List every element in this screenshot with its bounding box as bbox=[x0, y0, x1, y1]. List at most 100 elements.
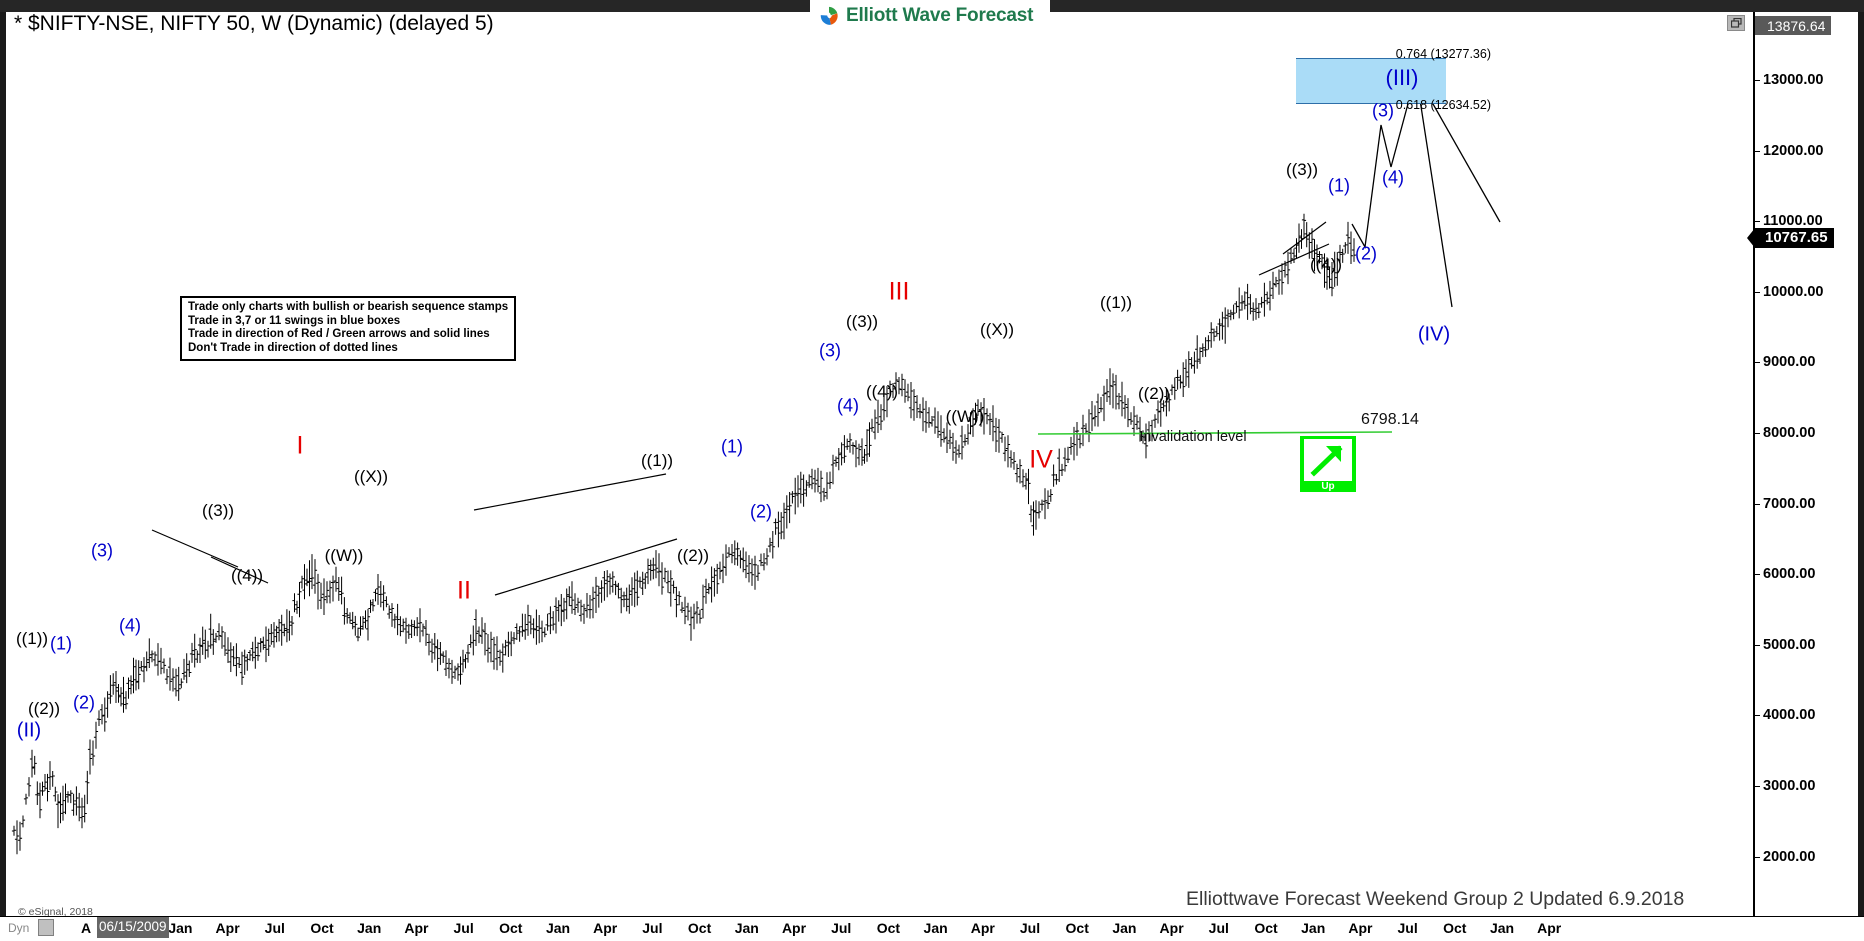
wave-label-4-32: (4) bbox=[1382, 167, 1404, 188]
bullish-up-stamp[interactable]: Up bbox=[1300, 436, 1356, 492]
date-tick-label: Jul bbox=[1208, 920, 1229, 936]
chart-canvas[interactable]: 0.764 (13277.36) 0.618 (12634.52) ((1))(… bbox=[6, 12, 1858, 916]
wave-label-IV-34: (IV) bbox=[1417, 323, 1451, 346]
brand-logo-text: Elliott Wave Forecast bbox=[846, 5, 1034, 26]
dynamic-feed-icon[interactable] bbox=[38, 919, 54, 936]
wave-label-4-28: ((4)) bbox=[1309, 255, 1343, 274]
restore-window-icon[interactable] bbox=[1727, 15, 1745, 31]
date-tick-label: Apr bbox=[404, 920, 429, 936]
date-tick-label: Jan bbox=[357, 920, 382, 936]
wave-label-X-23: ((X)) bbox=[980, 320, 1014, 339]
esignal-credit: © eSignal, 2018 bbox=[18, 906, 93, 916]
wave-label-3-7: ((3)) bbox=[201, 501, 235, 520]
price-high-value: 13876.64 bbox=[1767, 18, 1826, 34]
price-tick: 13000.00 bbox=[1755, 71, 1824, 88]
price-tick: 7000.00 bbox=[1755, 495, 1816, 512]
wave-label-IV-24: IV bbox=[1029, 445, 1053, 474]
date-tick-label: Jan bbox=[1489, 920, 1515, 936]
wave-label-III-33: (III) bbox=[1385, 65, 1419, 90]
forecast-watermark: Elliottwave Forecast Weekend Group 2 Upd… bbox=[1186, 888, 1685, 910]
price-tick-label: 5000.00 bbox=[1763, 636, 1816, 653]
date-tick-label: Jan bbox=[923, 920, 948, 936]
wave-label-4-8: ((4)) bbox=[230, 566, 264, 585]
brand-logo-banner: Elliott Wave Forecast bbox=[810, 0, 1050, 32]
date-tick-label: A bbox=[80, 920, 92, 936]
rule-line-4: Don't Trade in direction of dotted lines bbox=[188, 341, 398, 354]
price-series-plot bbox=[11, 73, 1501, 855]
price-tick-label: 13000.00 bbox=[1763, 71, 1824, 88]
wave-label-I-9: I bbox=[296, 431, 304, 460]
wave-label-1-25: ((1)) bbox=[1099, 293, 1133, 312]
price-tick: 2000.00 bbox=[1755, 848, 1816, 865]
price-tick-dash bbox=[1755, 786, 1760, 788]
invalidation-level-label: Invalidation level bbox=[1139, 429, 1247, 445]
wave-label-X-10: ((X)) bbox=[354, 467, 388, 486]
price-tick-dash bbox=[1755, 715, 1760, 717]
date-tick-label: Apr bbox=[1537, 920, 1562, 936]
date-tick-label: Oct bbox=[1254, 920, 1278, 936]
wave-label-1-1: (1) bbox=[50, 633, 72, 654]
date-tick-label: Jan bbox=[168, 920, 193, 936]
price-tick-dash bbox=[1755, 856, 1760, 858]
wave-label-W-22: ((W)) bbox=[945, 407, 985, 426]
date-tick-label: Oct bbox=[876, 920, 901, 936]
wave-label-4-20: ((4)) bbox=[865, 382, 899, 401]
wave-label-4-18: (4) bbox=[837, 395, 859, 416]
price-tick-label: 8000.00 bbox=[1763, 424, 1816, 441]
wave-label-2-2: ((2)) bbox=[27, 699, 61, 718]
date-tick-label: Jul bbox=[453, 920, 474, 936]
date-tick-label: Apr bbox=[593, 920, 618, 936]
price-tick-dash bbox=[1755, 362, 1760, 364]
last-price-badge: 10767.65 bbox=[1747, 227, 1834, 248]
price-tick: 12000.00 bbox=[1755, 142, 1824, 159]
price-tick: 10000.00 bbox=[1755, 283, 1824, 300]
date-tick-label: Apr bbox=[1159, 920, 1184, 936]
wave-label-1-29: (1) bbox=[1328, 175, 1350, 196]
dynamic-label: Dyn bbox=[8, 921, 30, 935]
up-arrow-box bbox=[1304, 439, 1352, 481]
rule-line-3: Trade in direction of Red / Green arrows… bbox=[188, 328, 490, 340]
price-tick-label: 2000.00 bbox=[1763, 848, 1816, 865]
date-tick-label: Apr bbox=[215, 920, 240, 936]
date-tick-label: Jan bbox=[1112, 920, 1137, 936]
date-tick-label: Jan bbox=[1301, 920, 1326, 936]
wave-label-W-11: ((W)) bbox=[324, 546, 364, 565]
highlighted-date-chip: 06/15/2009 bbox=[97, 917, 169, 938]
date-axis[interactable]: Dyn A Oct Jan Apr Jul Oct Jan Apr Jul Oct Jan Apr Ju… bbox=[0, 916, 1864, 941]
wave-label-3-17: (3) bbox=[819, 340, 841, 361]
wave-label-3-19: ((3)) bbox=[845, 312, 879, 331]
price-tick-dash bbox=[1755, 221, 1760, 223]
price-tick: 9000.00 bbox=[1755, 354, 1816, 371]
price-tick-label: 12000.00 bbox=[1763, 142, 1824, 159]
rule-line-2: Trade in 3,7 or 11 swings in blue boxes bbox=[188, 314, 401, 327]
date-tick-label: Oct bbox=[1443, 920, 1467, 936]
price-tick: 6000.00 bbox=[1755, 566, 1815, 582]
date-tick-label: Apr bbox=[1348, 920, 1373, 936]
price-tick-dash bbox=[1755, 291, 1760, 293]
wave-label-2-14: ((2)) bbox=[676, 546, 710, 565]
price-tick: 8000.00 bbox=[1755, 424, 1816, 441]
wave-label-1-0: ((1)) bbox=[15, 629, 49, 648]
trendline-channels bbox=[151, 221, 1330, 596]
high-badge-arrow-icon bbox=[1755, 16, 1763, 34]
price-tick-dash bbox=[1755, 432, 1760, 434]
wave-label-3-27: ((3)) bbox=[1285, 160, 1319, 179]
price-axis[interactable]: 13876.64 13000.00 12000.00 11000.00 10000.0… bbox=[1747, 12, 1858, 916]
wave-label-1-13: ((1)) bbox=[640, 451, 674, 470]
date-tick-label: Oct bbox=[687, 920, 712, 936]
price-tick-label: 10000.00 bbox=[1763, 283, 1824, 300]
fib-upper-label: 0.764 (13277.36) bbox=[1395, 47, 1491, 61]
wave-label-2-30: (2) bbox=[1355, 243, 1377, 264]
wave-label-II-12: II bbox=[457, 576, 471, 605]
price-tick-label: 3000.00 bbox=[1763, 778, 1816, 795]
date-tick-label: Jul bbox=[1019, 920, 1041, 936]
price-tick-label: 9000.00 bbox=[1763, 354, 1816, 371]
wave-label-3-31: (3) bbox=[1372, 100, 1394, 121]
wave-label-2-26: ((2)) bbox=[1137, 384, 1171, 403]
last-price-value: 10767.65 bbox=[1765, 229, 1828, 247]
date-tick-label: Jan bbox=[734, 920, 759, 936]
price-tick-label: 7000.00 bbox=[1763, 495, 1816, 512]
price-tick: 4000.00 bbox=[1755, 707, 1815, 723]
up-right-arrow-icon bbox=[1310, 445, 1343, 477]
price-tick-dash bbox=[1755, 503, 1760, 505]
